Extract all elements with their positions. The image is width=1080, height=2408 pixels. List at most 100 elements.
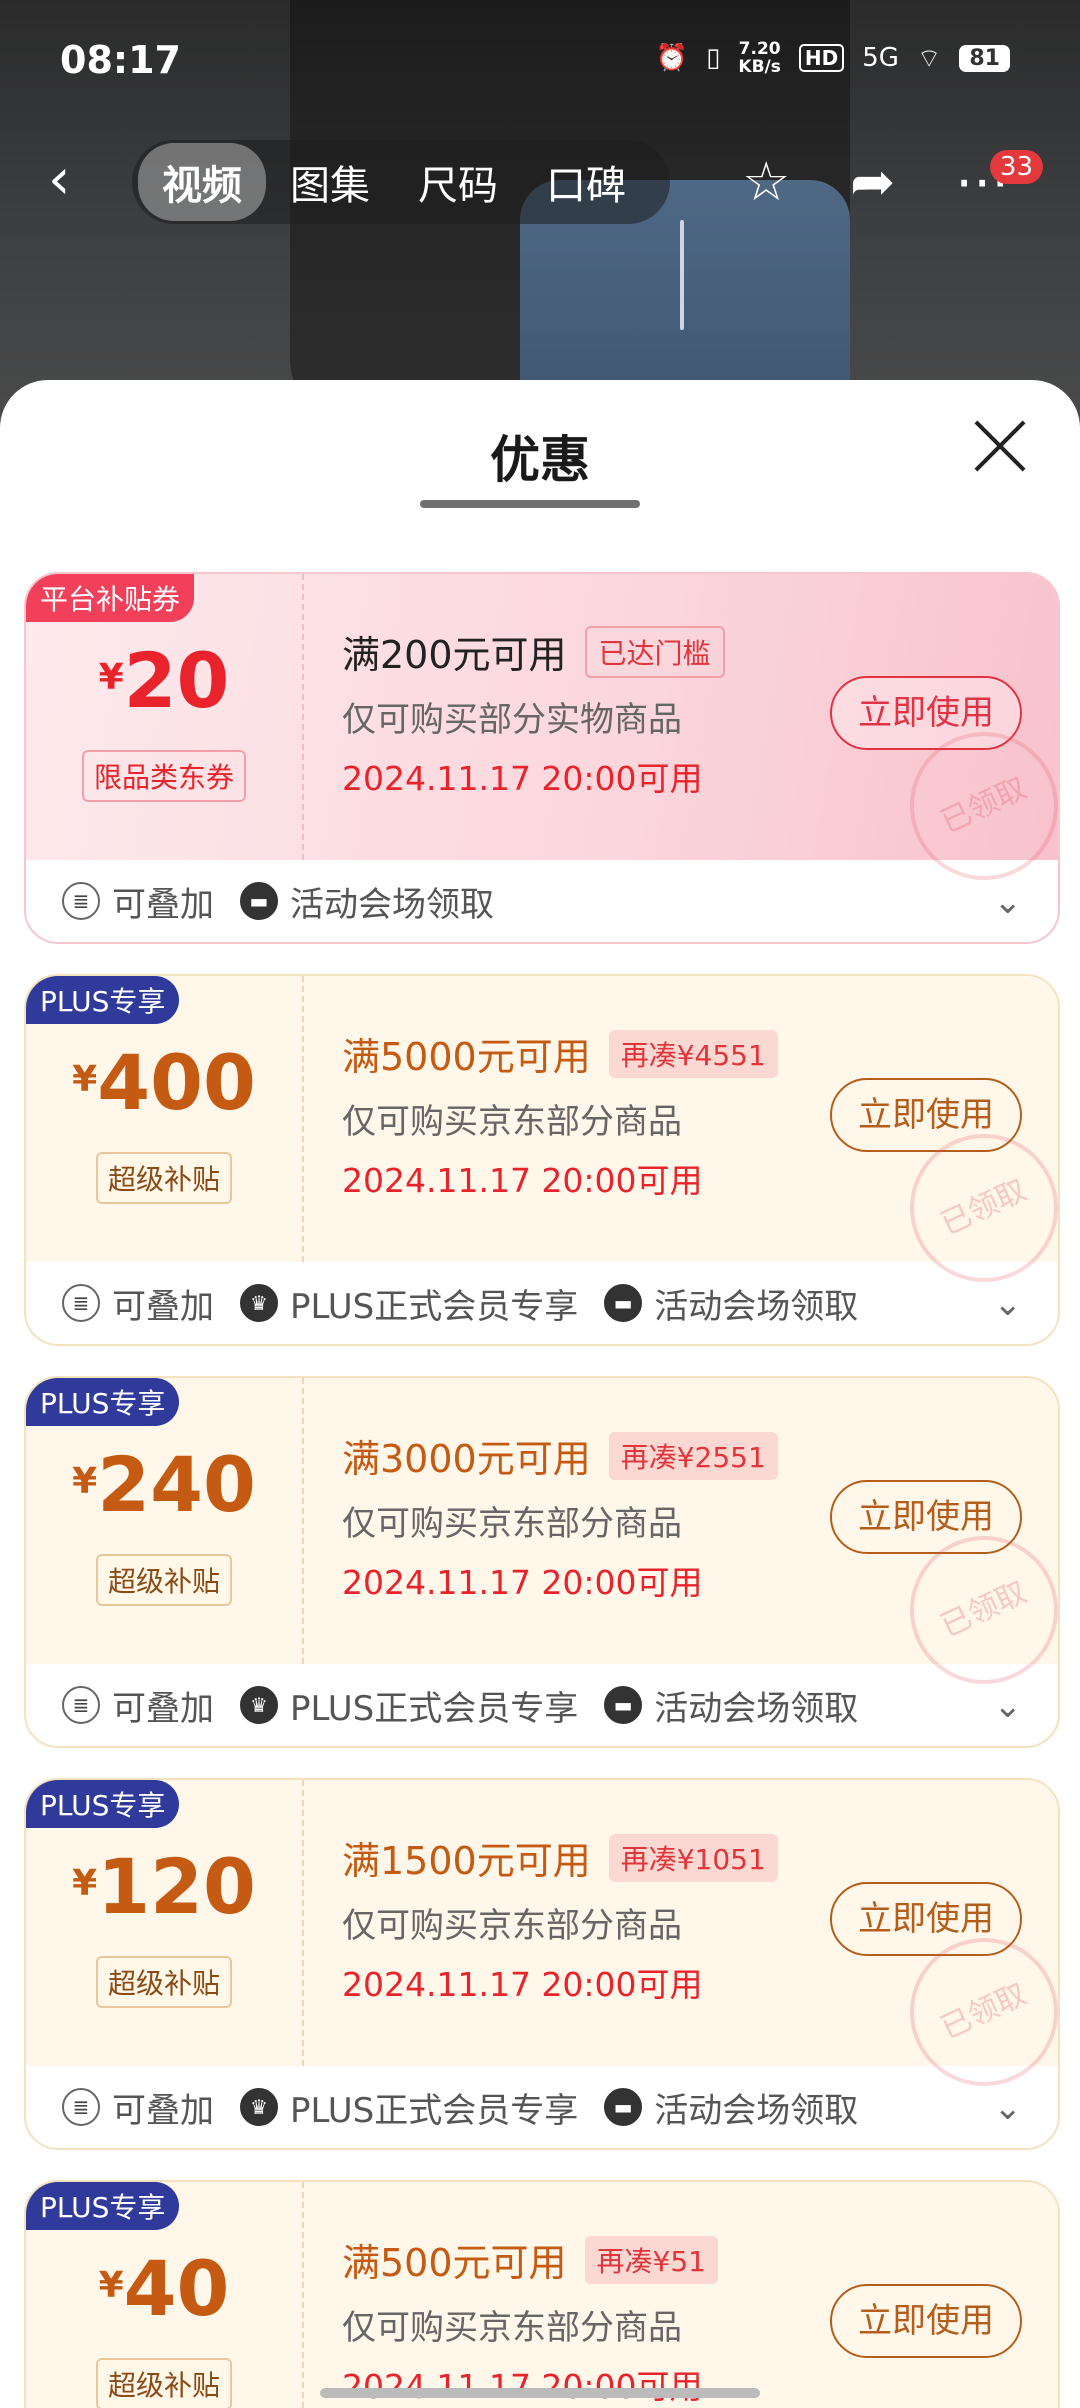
coupon-amount: ¥120 (26, 1842, 302, 1931)
feature-plus-member: ♛ PLUS正式会员专享 (240, 1681, 578, 1730)
coupon-features: ≣ 可叠加 ♛ PLUS正式会员专享 ▬ 活动会场领取 ⌄ (26, 2066, 1058, 2148)
chevron-down-icon[interactable]: ⌄ (994, 1686, 1023, 1726)
coupon-type: 超级补贴 (26, 1152, 302, 1204)
chevron-down-icon[interactable]: ⌄ (994, 2088, 1023, 2128)
close-icon[interactable] (970, 416, 1030, 476)
stack-icon: ≣ (62, 882, 100, 920)
feature-venue: ▬ 活动会场领取 (240, 877, 494, 926)
coupon-condition: 满500元可用 再凑¥51 (342, 2232, 718, 2287)
coupon-tag: PLUS专享 (26, 1378, 180, 1426)
chevron-down-icon[interactable]: ⌄ (994, 882, 1023, 922)
ticket-icon: ▬ (604, 1284, 643, 1322)
coupon-type-label: 超级补贴 (95, 2358, 232, 2408)
coupon-card-plus: PLUS专享 ¥240 超级补贴 满3000元可用 再凑¥2551 仅可购买京东… (24, 1376, 1060, 1748)
condition-text: 满3000元可用 (342, 1437, 591, 1481)
status-bar: 08:17 ⏰ ▯ 7.20 KB/s HD 5G ⌔ 81 (0, 0, 1080, 124)
tab-video[interactable]: 视频 (138, 143, 266, 221)
feature-label: PLUS正式会员专享 (290, 2090, 579, 2131)
feature-label: 可叠加 (112, 2090, 214, 2131)
threshold-pill: 再凑¥1051 (608, 1833, 778, 1882)
amount-value: 400 (97, 1038, 256, 1127)
feature-stackable: ≣ 可叠加 (62, 877, 214, 926)
coupon-type: 超级补贴 (26, 2358, 302, 2408)
chevron-down-icon[interactable]: ⌄ (994, 1284, 1023, 1324)
hd-icon: HD (798, 44, 845, 72)
coupon-description: 仅可购买京东部分商品 (342, 2308, 682, 2348)
dashed-divider (302, 976, 304, 1262)
coupon-type-label: 限品类东券 (81, 750, 246, 802)
status-time: 08:17 (60, 38, 181, 82)
alarm-icon: ⏰ (655, 43, 689, 73)
scrolled-heading-peek (420, 488, 640, 510)
feature-stackable: ≣ 可叠加 (62, 2083, 214, 2132)
drawstring (680, 220, 684, 330)
amount-value: 120 (97, 1842, 256, 1931)
net-speed-value: 7.20 (738, 39, 781, 59)
more-icon[interactable]: ⋯ 33 (955, 150, 1065, 213)
share-icon[interactable]: ➦ (850, 150, 895, 213)
coupon-amount: ¥40 (26, 2244, 302, 2333)
threshold-pill: 再凑¥4551 (608, 1029, 778, 1078)
stack-icon: ≣ (62, 2088, 100, 2126)
ticket-icon: ▬ (604, 2088, 643, 2126)
tab-size[interactable]: 尺码 (394, 143, 522, 221)
dashed-divider (302, 1378, 304, 1664)
coupon-features: ≣ 可叠加 ♛ PLUS正式会员专享 ▬ 活动会场领取 ⌄ (26, 1262, 1058, 1344)
feature-plus-member: ♛ PLUS正式会员专享 (240, 1279, 578, 1328)
coupon-tag: 平台补贴券 (26, 574, 195, 622)
sheet-title: 优惠 (490, 431, 590, 489)
threshold-pill: 再凑¥51 (584, 2235, 718, 2284)
coupon-tag: PLUS专享 (26, 976, 180, 1024)
currency-symbol: ¥ (98, 657, 124, 698)
coupon-date: 2024.11.17 20:00可用 (342, 1965, 703, 2004)
favorite-star-icon[interactable]: ☆ (742, 150, 790, 213)
coupon-amount: ¥20 (26, 636, 302, 725)
coupon-card-plus: PLUS专享 ¥120 超级补贴 满1500元可用 再凑¥1051 仅可购买京东… (24, 1778, 1060, 2150)
dashed-divider (302, 574, 304, 860)
stack-icon: ≣ (62, 1284, 100, 1322)
tab-gallery[interactable]: 图集 (266, 143, 394, 221)
feature-label: 可叠加 (112, 884, 214, 925)
feature-plus-member: ♛ PLUS正式会员专享 (240, 2083, 578, 2132)
feature-venue: ▬ 活动会场领取 (604, 1279, 858, 1328)
media-tabs: 视频 图集 尺码 口碑 (132, 140, 670, 224)
coupon-body: PLUS专享 ¥120 超级补贴 满1500元可用 再凑¥1051 仅可购买京东… (26, 1780, 1058, 2111)
currency-symbol: ¥ (98, 2265, 124, 2306)
coupon-body: PLUS专享 ¥40 超级补贴 满500元可用 再凑¥51 仅可购买京东部分商品… (26, 2182, 1058, 2408)
coupon-card-plus: PLUS专享 ¥400 超级补贴 满5000元可用 再凑¥4551 仅可购买京东… (24, 974, 1060, 1346)
back-icon[interactable]: ‹ (48, 150, 108, 210)
coupon-amount: ¥240 (26, 1440, 302, 1529)
coupon-body: PLUS专享 ¥240 超级补贴 满3000元可用 再凑¥2551 仅可购买京东… (26, 1378, 1058, 1709)
use-now-button[interactable]: 立即使用 (830, 2284, 1022, 2358)
coupon-description: 仅可购买京东部分商品 (342, 1102, 682, 1142)
threshold-pill: 再凑¥2551 (608, 1431, 778, 1480)
coupon-features: ≣ 可叠加 ▬ 活动会场领取 ⌄ (26, 860, 1058, 942)
signal-5g-icon: 5G (862, 43, 899, 73)
threshold-pill: 已达门槛 (584, 625, 725, 678)
feature-label: 活动会场领取 (654, 2090, 859, 2131)
feature-label: PLUS正式会员专享 (290, 1286, 579, 1327)
coupon-date: 2024.11.17 20:00可用 (342, 1563, 703, 1602)
amount-value: 40 (123, 2244, 230, 2333)
ticket-icon: ▬ (604, 1686, 643, 1724)
wifi-icon: ⌔ (916, 43, 942, 74)
coupon-description: 仅可购买京东部分商品 (342, 1504, 682, 1544)
coupon-card-plus: PLUS专享 ¥40 超级补贴 满500元可用 再凑¥51 仅可购买京东部分商品… (24, 2180, 1060, 2408)
condition-text: 满500元可用 (342, 2241, 567, 2285)
crown-icon: ♛ (240, 2088, 278, 2126)
coupon-description: 仅可购买京东部分商品 (342, 1906, 682, 1946)
coupon-description: 仅可购买部分实物商品 (342, 700, 682, 740)
currency-symbol: ¥ (72, 1059, 98, 1100)
condition-text: 满200元可用 (342, 633, 567, 677)
net-speed: 7.20 KB/s (738, 40, 780, 76)
vibrate-icon: ▯ (706, 43, 721, 73)
stack-icon: ≣ (62, 1686, 100, 1724)
condition-text: 满1500元可用 (342, 1839, 591, 1883)
coupon-date: 2024.11.17 20:00可用 (342, 2367, 703, 2406)
feature-label: PLUS正式会员专享 (290, 1688, 579, 1729)
currency-symbol: ¥ (72, 1863, 98, 1904)
amount-value: 240 (97, 1440, 256, 1529)
feature-label: 活动会场领取 (654, 1286, 859, 1327)
status-icons: ⏰ ▯ 7.20 KB/s HD 5G ⌔ 81 (656, 40, 1010, 76)
tab-reviews[interactable]: 口碑 (522, 143, 650, 221)
